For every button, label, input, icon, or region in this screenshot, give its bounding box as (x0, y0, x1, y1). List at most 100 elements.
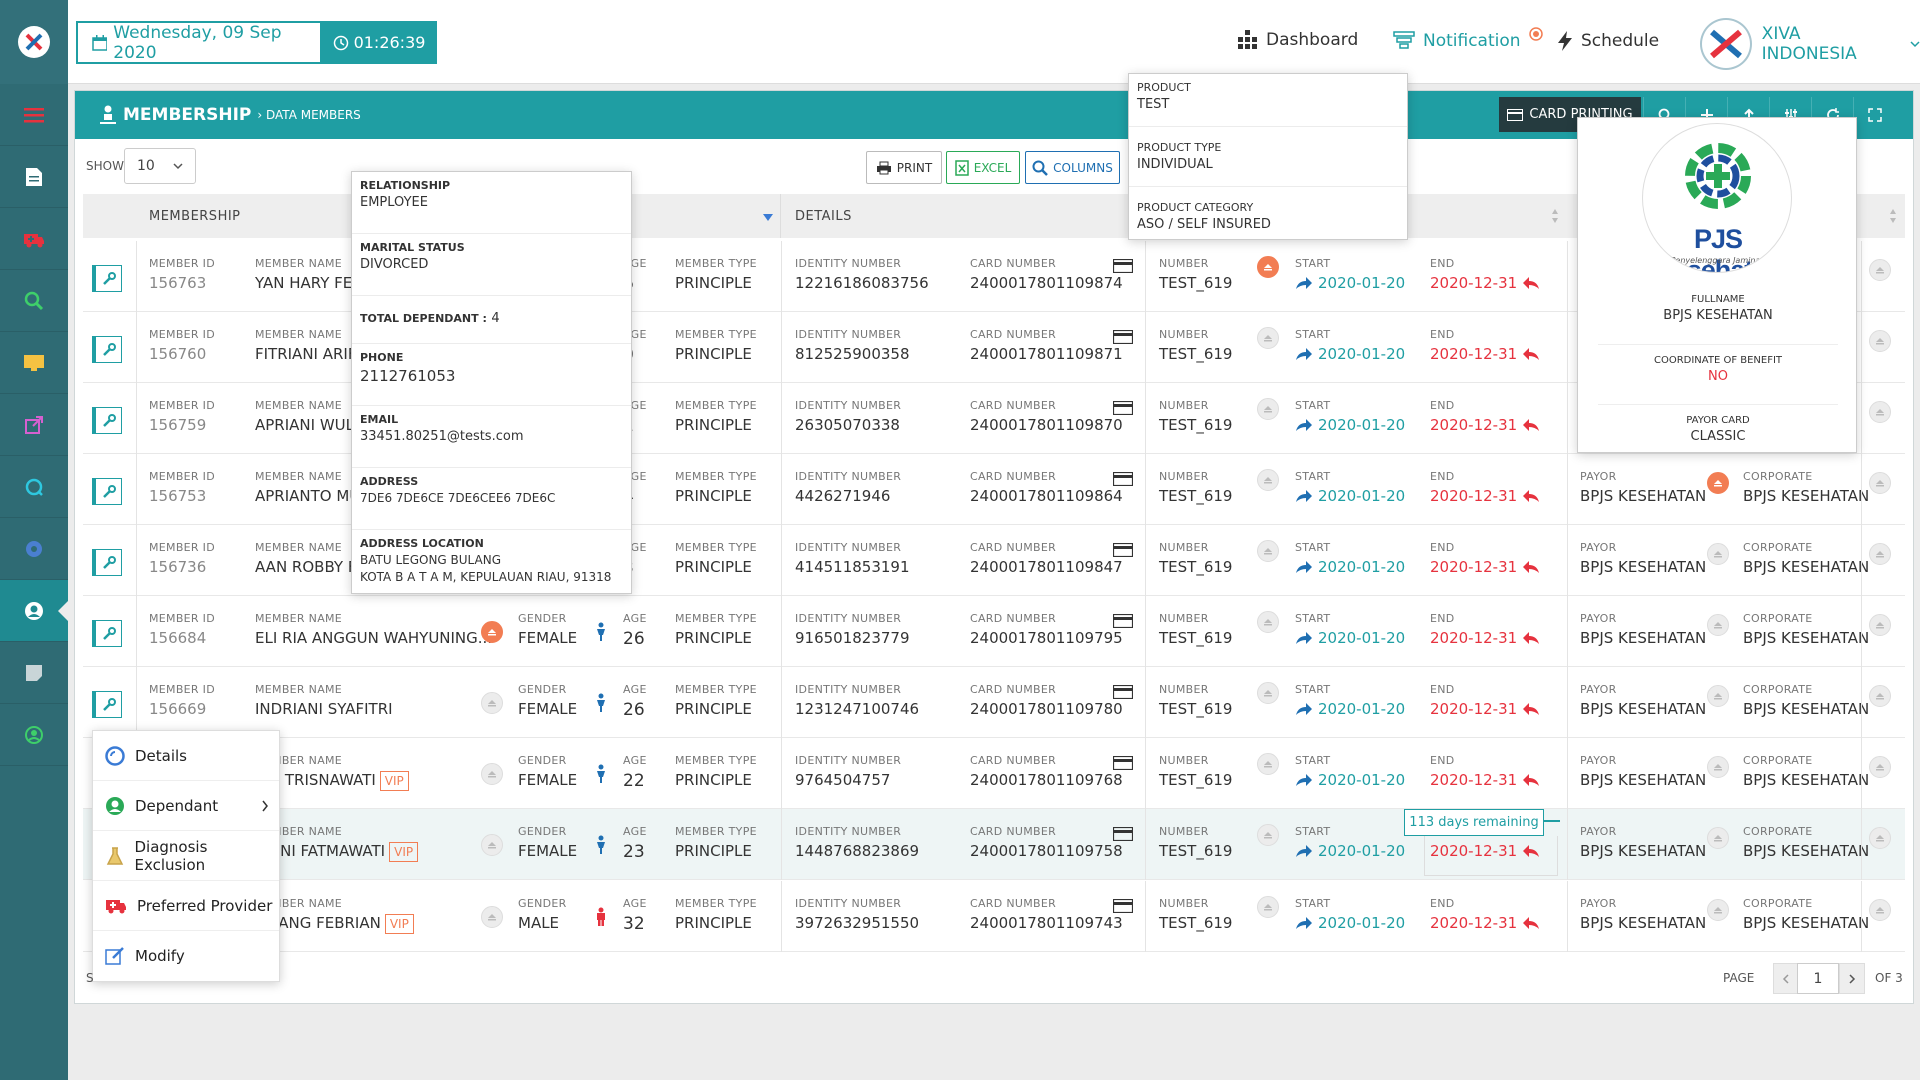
card-icon-button[interactable] (1113, 259, 1133, 273)
search-icon (1032, 160, 1049, 176)
product-info-button[interactable] (1257, 327, 1279, 349)
menu-icon[interactable] (0, 84, 68, 146)
payor-info-button[interactable] (1707, 472, 1729, 494)
nav-notification[interactable]: Notification (1392, 27, 1544, 52)
product-info-button[interactable] (1257, 398, 1279, 420)
compass-icon[interactable] (0, 518, 68, 580)
payor-info-button[interactable] (1707, 614, 1729, 636)
card-icon-button[interactable] (1113, 827, 1133, 841)
page-next-button[interactable] (1839, 963, 1865, 994)
row-action-button[interactable] (1869, 472, 1891, 494)
menu-preferred-provider[interactable]: Preferred Provider (93, 881, 279, 931)
excel-button[interactable]: EXCEL (946, 151, 1020, 184)
document-icon[interactable] (0, 146, 68, 208)
row-action-button[interactable] (1869, 401, 1891, 423)
number-value: TEST_619 (1159, 345, 1233, 363)
gender-info-button[interactable] (481, 692, 503, 714)
gender-info-button[interactable] (481, 621, 503, 643)
table-row[interactable]: MEMBER NAME RIANI FATMAWATI VIP GENDER FEMAL… (83, 809, 1905, 880)
edit-button[interactable] (92, 549, 122, 576)
payor-info-button[interactable] (1707, 685, 1729, 707)
eject-icon (1714, 693, 1722, 700)
product-info-button[interactable] (1257, 896, 1279, 918)
sort-icon[interactable] (1551, 208, 1559, 224)
row-action-button[interactable] (1869, 259, 1891, 281)
product-info-button[interactable] (1257, 682, 1279, 704)
card-icon-button[interactable] (1113, 614, 1133, 628)
show-select[interactable]: 10 (124, 148, 196, 184)
nav-dashboard[interactable]: Dashboard (1237, 30, 1358, 50)
menu-modify[interactable]: Modify (93, 931, 279, 981)
card-icon-button[interactable] (1113, 543, 1133, 557)
print-button[interactable]: PRINT (866, 151, 942, 184)
monitor-icon[interactable] (0, 332, 68, 394)
row-action-button[interactable] (1869, 827, 1891, 849)
gender-info-button[interactable] (481, 906, 503, 928)
page-total: OF 3 (1875, 971, 1903, 985)
name-value: APRIANTO MU (255, 487, 361, 505)
end-label: END (1430, 399, 1455, 412)
edit-button[interactable] (92, 620, 122, 647)
product-info-button[interactable] (1257, 611, 1279, 633)
table-row[interactable]: MEMBER NAME RIA TRISNAWATI VIP GENDER FEMALE… (83, 738, 1905, 809)
page-input[interactable]: 1 (1797, 963, 1839, 994)
page-prev-button[interactable] (1773, 963, 1799, 994)
user-icon[interactable] (0, 580, 68, 642)
row-action-button[interactable] (1869, 899, 1891, 921)
menu-diagnosis-exclusion[interactable]: Diagnosis Exclusion (93, 831, 279, 881)
row-action-button[interactable] (1869, 614, 1891, 636)
product-info-button[interactable] (1257, 753, 1279, 775)
card-icon-button[interactable] (1113, 756, 1133, 770)
age-label: AGE (623, 754, 647, 767)
edit-button[interactable] (92, 407, 122, 434)
row-action-button[interactable] (1869, 685, 1891, 707)
company-selector[interactable]: XIVA INDONESIA (1700, 18, 1920, 70)
table-row[interactable]: MEMBER ID 156669 MEMBER NAME INDRIANI SYAFI… (83, 667, 1905, 738)
sort-icon[interactable] (1889, 208, 1897, 224)
sort-down-icon[interactable] (763, 214, 773, 222)
product-info-button[interactable] (1257, 540, 1279, 562)
eject-icon (1876, 480, 1884, 487)
member-name-cell[interactable]: MEMBER NAME APRIANI WULA (255, 399, 365, 434)
table-row[interactable]: MEMBER NAME MBANG FEBRIAN VIP GENDER MALE AGE… (83, 881, 1905, 952)
gender-info-button[interactable] (481, 834, 503, 856)
payor-info-button[interactable] (1707, 899, 1729, 921)
edit-button[interactable] (92, 691, 122, 718)
edit-button[interactable] (92, 265, 122, 292)
product-info-button[interactable] (1257, 256, 1279, 278)
menu-details[interactable]: Details (93, 731, 279, 781)
member-name-cell[interactable]: MEMBER NAME ELI RIA ANGGUN WAHYUNING... (255, 612, 492, 647)
user-circle-icon (106, 796, 124, 815)
row-action-button[interactable] (1869, 543, 1891, 565)
refresh-search-icon[interactable] (0, 456, 68, 518)
ambulance-icon[interactable] (0, 208, 68, 270)
payor-info-button[interactable] (1707, 543, 1729, 565)
edit-button[interactable] (92, 336, 122, 363)
payor-info-button[interactable] (1707, 756, 1729, 778)
search-icon[interactable] (0, 270, 68, 332)
edit-button[interactable] (92, 478, 122, 505)
card-icon-button[interactable] (1113, 899, 1133, 913)
card-icon-button[interactable] (1113, 472, 1133, 486)
product-info-button[interactable] (1257, 824, 1279, 846)
note-icon[interactable] (0, 642, 68, 704)
payor-info-button[interactable] (1707, 827, 1729, 849)
row-action-button[interactable] (1869, 330, 1891, 352)
account-icon[interactable] (0, 704, 68, 766)
row-action-button[interactable] (1869, 756, 1891, 778)
member-name-cell[interactable]: MEMBER NAME INDRIANI SYAFITRI (255, 683, 393, 718)
card-icon-button[interactable] (1113, 685, 1133, 699)
app-logo[interactable] (0, 0, 68, 84)
menu-dependant[interactable]: Dependant (93, 781, 279, 831)
table-row[interactable]: MEMBER ID 156684 MEMBER NAME ELI RIA ANGGUN… (83, 596, 1905, 667)
gender-info-button[interactable] (481, 763, 503, 785)
corporate-value: BPJS KESEHATAN (1743, 914, 1870, 932)
card-icon-button[interactable] (1113, 330, 1133, 344)
card-icon-button[interactable] (1113, 401, 1133, 415)
external-link-icon[interactable] (0, 394, 68, 456)
columns-button[interactable]: COLUMNS (1025, 151, 1120, 184)
nav-schedule[interactable]: Schedule (1556, 30, 1659, 52)
start-value: 2020-01-20 (1318, 771, 1406, 789)
fullscreen-button[interactable] (1853, 97, 1895, 132)
product-info-button[interactable] (1257, 469, 1279, 491)
